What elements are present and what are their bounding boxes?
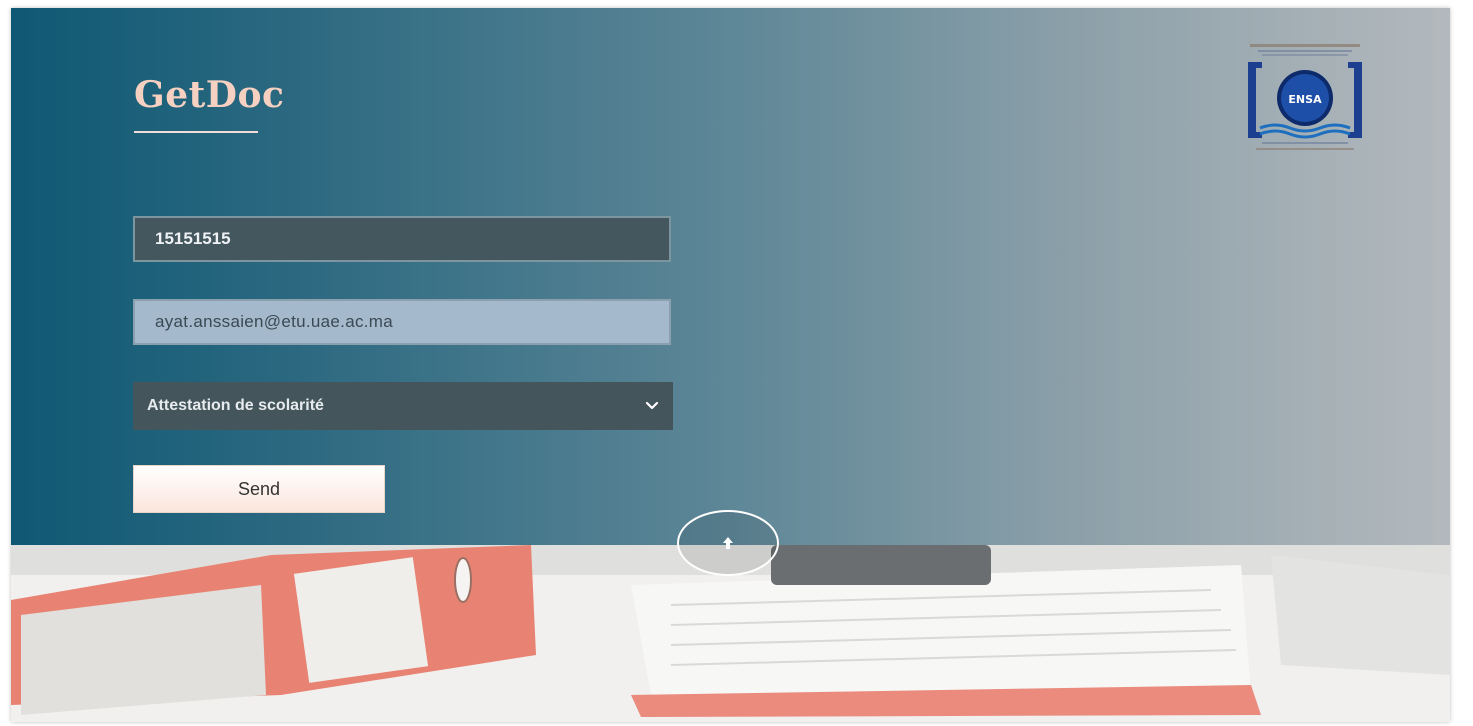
- document-type-select[interactable]: Attestation de scolarité: [133, 382, 673, 430]
- logo-badge-text: ENSA: [1288, 93, 1322, 106]
- chevron-down-icon: [645, 401, 659, 411]
- email-value: ayat.anssaien@etu.uae.ac.ma: [155, 312, 393, 331]
- email-field[interactable]: ayat.anssaien@etu.uae.ac.ma: [133, 299, 671, 345]
- ensa-university-logo: ENSA: [1248, 44, 1362, 150]
- student-id-value: 15151515: [155, 229, 231, 248]
- brand-title: GetDoc: [134, 74, 285, 116]
- brand-underline: [134, 131, 258, 133]
- document-type-selected: Attestation de scolarité: [147, 397, 324, 414]
- page-frame: GetDoc ENSA 15151515 ayat.anssaien@etu.u…: [11, 8, 1450, 722]
- send-button[interactable]: Send: [133, 465, 385, 513]
- logo-arabic-text-lines: [1250, 44, 1360, 56]
- student-id-field[interactable]: 15151515: [133, 216, 671, 262]
- arrow-up-icon: [723, 537, 733, 549]
- hero-section: GetDoc ENSA 15151515 ayat.anssaien@etu.u…: [11, 8, 1450, 545]
- scroll-up-button[interactable]: [677, 510, 779, 576]
- logo-waves: [1259, 123, 1351, 139]
